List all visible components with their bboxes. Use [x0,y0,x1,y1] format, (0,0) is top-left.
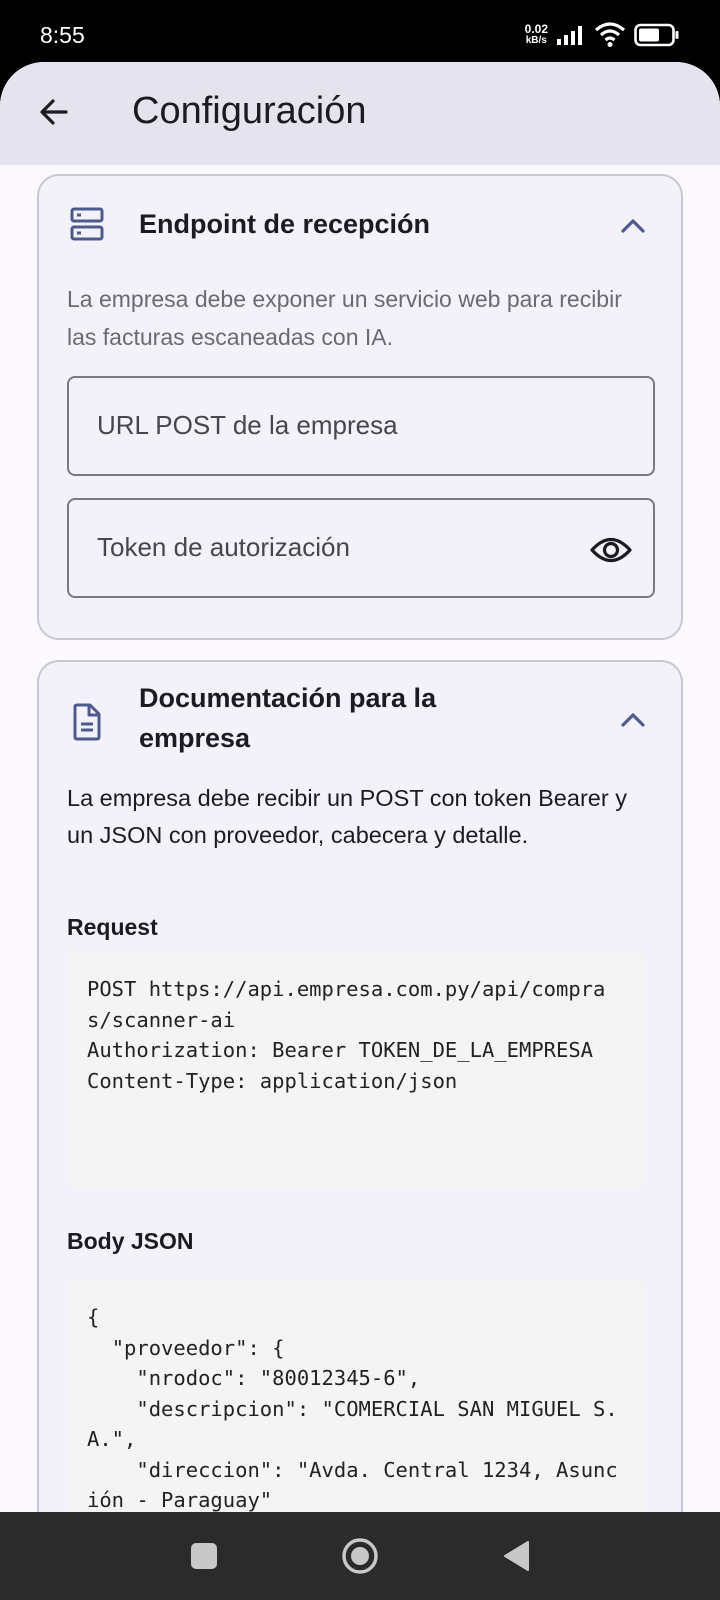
status-time: 8:55 [40,22,85,48]
url-post-placeholder: URL POST de la empresa [97,410,398,440]
home-circle-icon [342,1538,378,1574]
arrow-left-icon [40,99,68,125]
back-button[interactable] [30,88,78,136]
square-icon [191,1543,217,1569]
documentation-card: Documentación para la empresa La empresa… [37,660,683,1512]
request-label: Request [67,914,158,940]
top-app-bar: Configuración [0,62,720,165]
endpoint-card-title: Endpoint de recepción [139,209,431,239]
documentation-description: La empresa debe recibir un POST con toke… [67,785,627,848]
signal-icon [557,26,582,45]
screen: 8:55 0.02 kB/s Configuración Endpoint de… [0,0,720,1600]
endpoint-description: La empresa debe exponer un servicio web … [67,286,622,350]
app-surface: Configuración Endpoint de recepción La e… [0,62,720,1512]
status-icons: 0.02 kB/s [525,20,680,50]
status-bar: 8:55 0.02 kB/s [0,0,720,62]
token-placeholder: Token de autorización [97,532,350,562]
documentation-card-title: Documentación para la empresa [139,683,437,753]
token-field[interactable]: Token de autorización [67,498,655,598]
endpoint-collapse-button[interactable] [613,206,653,246]
battery-icon [634,23,679,47]
page-title: Configuración [132,90,367,132]
eye-icon [590,537,632,563]
toggle-visibility-button[interactable] [589,528,633,572]
system-navigation-bar [0,1512,720,1600]
server-icon [67,204,107,244]
triangle-back-icon [504,1541,529,1571]
body-json-code-block: { "proveedor": { "nrodoc": "80012345-6",… [67,1280,643,1512]
url-post-field[interactable]: URL POST de la empresa [67,376,655,476]
network-speed-value: 0.02 [524,22,548,36]
endpoint-card: Endpoint de recepción La empresa debe ex… [37,174,683,640]
wifi-icon [594,22,626,47]
network-speed-unit: kB/s [525,35,547,46]
request-code-block: POST https://api.empresa.com.py/api/comp… [67,952,643,1188]
network-speed: 0.02 kB/s [524,22,548,46]
chevron-up-icon [621,219,645,233]
body-json-label: Body JSON [67,1228,194,1254]
back-nav-button[interactable] [494,1534,538,1578]
chevron-up-icon [621,713,645,727]
recents-button[interactable] [182,1534,226,1578]
documentation-collapse-button[interactable] [613,700,653,740]
home-button[interactable] [338,1534,382,1578]
document-icon [67,700,107,744]
